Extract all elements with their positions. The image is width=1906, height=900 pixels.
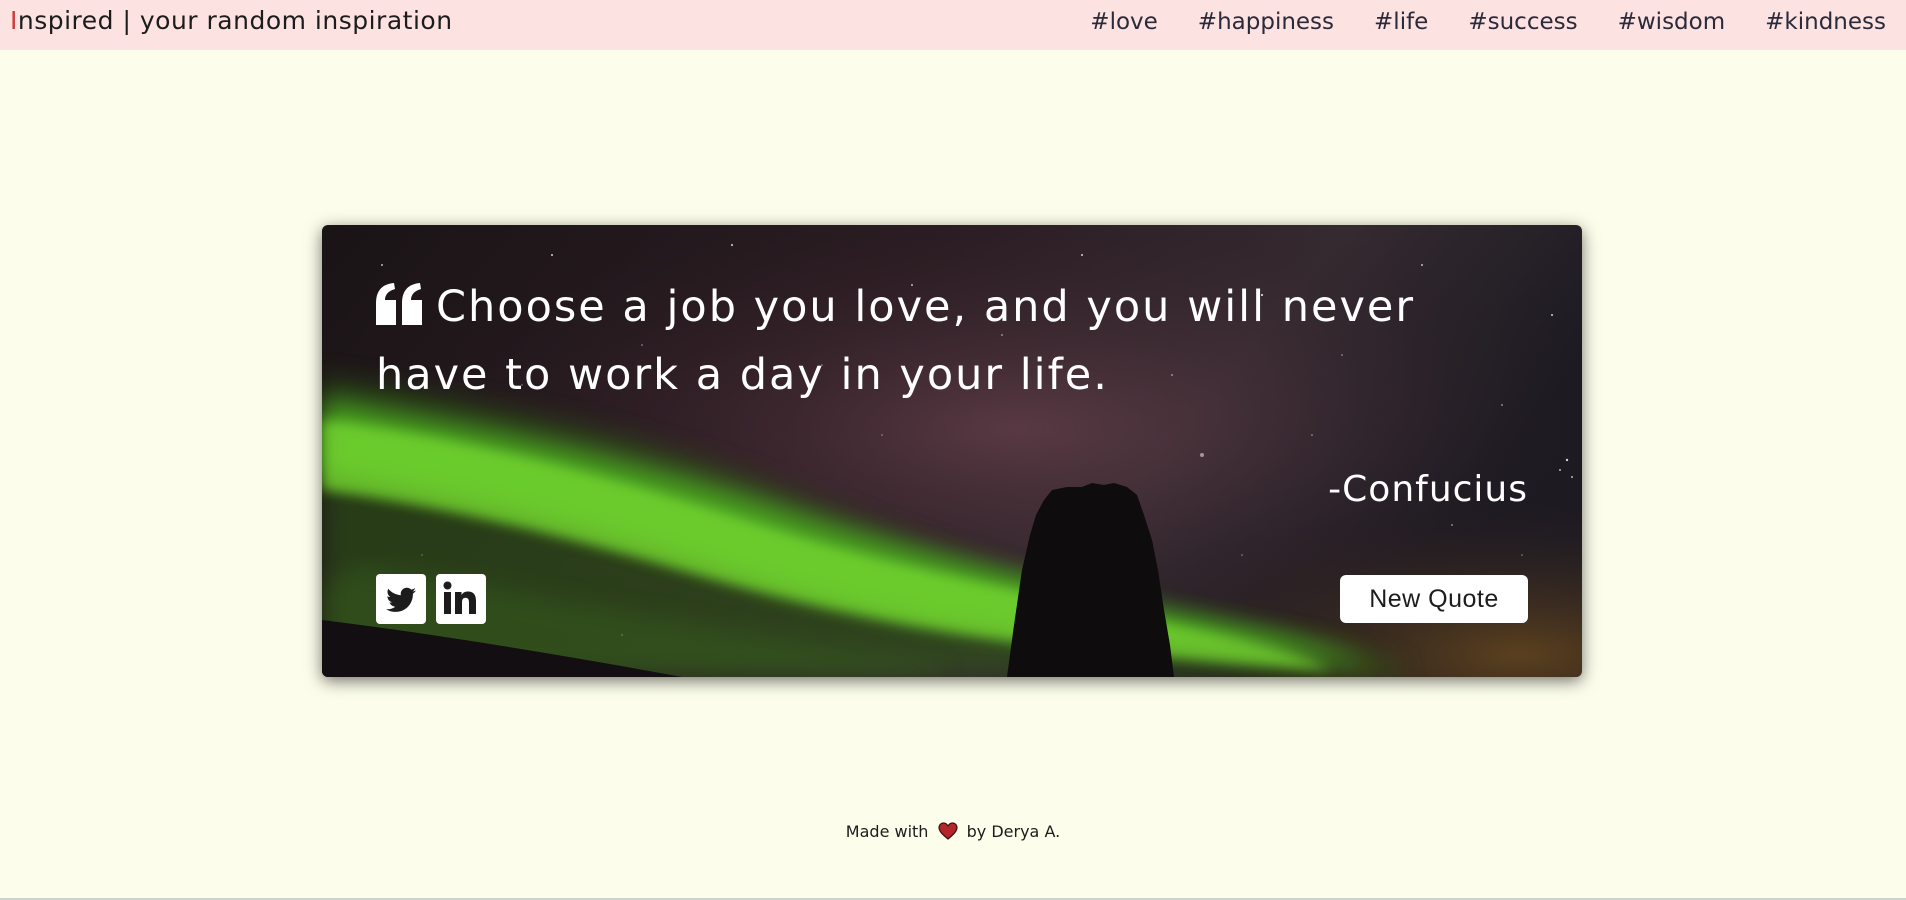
tweet-quote-button[interactable] — [376, 574, 426, 624]
nav-tag-happiness[interactable]: #happiness — [1198, 9, 1334, 35]
nav-tag-kindness[interactable]: #kindness — [1765, 9, 1886, 35]
brand-initial: I — [10, 6, 18, 35]
quote-text: Choose a job you love, and you will neve… — [376, 282, 1416, 400]
share-buttons — [376, 574, 486, 624]
nav-tag-love[interactable]: #love — [1090, 9, 1158, 35]
new-quote-button[interactable]: New Quote — [1340, 575, 1528, 623]
nav-tag-wisdom[interactable]: #wisdom — [1618, 9, 1726, 35]
footer-made-with: Made with — [845, 822, 929, 841]
brand-logo[interactable]: Inspired | your random inspiration — [10, 6, 453, 35]
nav-tag-success[interactable]: #success — [1468, 9, 1577, 35]
tag-nav: #love #happiness #life #success #wisdom … — [1090, 9, 1886, 35]
quote-card: Choose a job you love, and you will neve… — [322, 225, 1582, 677]
footer: Made with by Derya A. — [0, 822, 1906, 841]
footer-author: by Derya A. — [966, 822, 1061, 841]
quote-text-block: Choose a job you love, and you will neve… — [376, 273, 1536, 409]
nav-tag-life[interactable]: #life — [1374, 9, 1428, 35]
linkedin-share-button[interactable] — [436, 574, 486, 624]
top-navbar: Inspired | your random inspiration #love… — [0, 0, 1906, 50]
linkedin-icon — [443, 581, 476, 614]
heart-icon — [937, 822, 958, 840]
brand-tagline: nspired | your random inspiration — [17, 6, 453, 35]
twitter-icon — [386, 587, 416, 612]
quote-author: -Confucius — [1328, 469, 1528, 510]
quote-left-icon — [376, 283, 422, 325]
